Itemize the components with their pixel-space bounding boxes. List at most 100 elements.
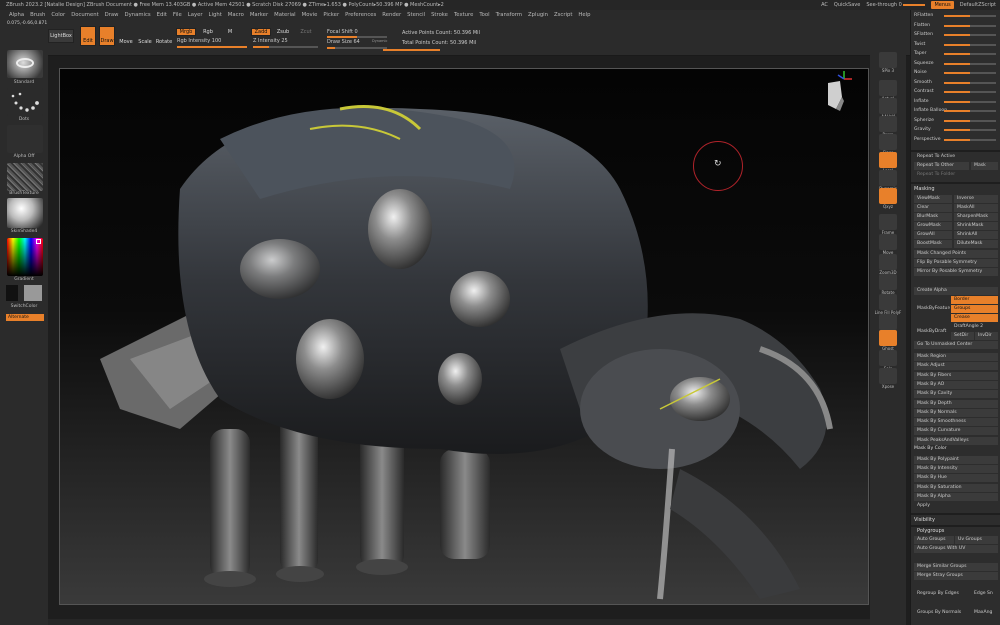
local-button[interactable]: [879, 152, 897, 168]
menu-transform[interactable]: Transform: [493, 10, 525, 20]
mask-by-depth-button[interactable]: Mask By Depth: [914, 399, 998, 408]
slider-track[interactable]: [944, 110, 996, 112]
mask-by-feature-button[interactable]: MaskByFeature: [914, 305, 950, 313]
dilutemask-button[interactable]: DiluteMask: [954, 240, 998, 248]
quicksave-button[interactable]: QuickSave: [834, 0, 860, 10]
xyz-button[interactable]: [879, 188, 897, 204]
deformation-sflatten-slider[interactable]: SFlatten: [914, 31, 998, 39]
slider-track[interactable]: [944, 91, 996, 93]
menu-dynamics[interactable]: Dynamics: [122, 10, 154, 20]
menu-help[interactable]: Help: [575, 10, 593, 20]
deformation-rflatten-slider[interactable]: RFlatten: [914, 12, 998, 20]
mask-by-alpha-button[interactable]: Mask By Alpha: [914, 492, 998, 501]
menu-macro[interactable]: Macro: [225, 10, 247, 20]
setdir-button[interactable]: SetDir: [951, 332, 974, 340]
spix-button[interactable]: [879, 52, 897, 68]
menu-render[interactable]: Render: [379, 10, 404, 20]
repeat-to-other-button[interactable]: Repeat To Other: [914, 162, 969, 170]
groups-by-normals-button[interactable]: Groups By Normals: [914, 609, 970, 617]
slider-track[interactable]: [944, 72, 996, 74]
seethrough-slider[interactable]: See-through 0: [866, 0, 926, 10]
move-button[interactable]: Move: [118, 26, 134, 46]
lightbox-button[interactable]: LightBox: [48, 29, 74, 43]
menu-movie[interactable]: Movie: [299, 10, 321, 20]
ghost-button[interactable]: [879, 330, 897, 346]
mask-by-intensity-button[interactable]: Mask By Intensity: [914, 465, 998, 474]
go-to-unmasked-center-button[interactable]: Go To Unmasked Center: [914, 341, 998, 349]
deformation-contrast-slider[interactable]: Contrast: [914, 88, 998, 96]
menu-draw[interactable]: Draw: [102, 10, 122, 20]
zcut-button[interactable]: Zcut: [297, 28, 315, 36]
menu-tool[interactable]: Tool: [476, 10, 492, 20]
stroke-thumbnail[interactable]: [7, 88, 43, 116]
repeat-mask-button[interactable]: Mask: [971, 162, 998, 170]
deformation-inflate-balloon-slider[interactable]: Inflate Balloon: [914, 107, 998, 115]
menu-picker[interactable]: Picker: [320, 10, 342, 20]
apply-button[interactable]: Apply: [914, 502, 998, 510]
mask-adjust-button[interactable]: Mask Adjust: [914, 362, 998, 371]
deformation-smooth-slider[interactable]: Smooth: [914, 79, 998, 87]
mask-peaksandvalleys-button[interactable]: Mask PeaksAndValleys: [914, 436, 998, 445]
repeat-to-active-button[interactable]: Repeat To Active: [914, 153, 998, 161]
menu-material[interactable]: Material: [271, 10, 299, 20]
menu-zplugin[interactable]: Zplugin: [525, 10, 551, 20]
groups-toggle[interactable]: Groups: [951, 305, 998, 313]
persp-button[interactable]: [879, 116, 897, 132]
slider-track[interactable]: [944, 129, 996, 131]
deformation-squeeze-slider[interactable]: Squeeze: [914, 60, 998, 68]
mask-region-button[interactable]: Mask Region: [914, 353, 998, 361]
menu-alpha[interactable]: Alpha: [6, 10, 27, 20]
solo-button[interactable]: [879, 350, 897, 366]
ac-label[interactable]: AC: [821, 0, 828, 10]
menu-file[interactable]: File: [170, 10, 185, 20]
mask-by-saturation-button[interactable]: Mask By Saturation: [914, 483, 998, 492]
switchcolor-button[interactable]: SwitchColor: [0, 304, 48, 309]
mrgb-button[interactable]: Mrgb: [176, 28, 196, 36]
merge-similar-groups-button[interactable]: Merge Similar Groups: [914, 563, 998, 571]
rgb-button[interactable]: Rgb: [199, 28, 217, 36]
menu-color[interactable]: Color: [48, 10, 68, 20]
repeat-to-folder-button[interactable]: Repeat To Folder: [914, 171, 998, 179]
growall-button[interactable]: GrowAll: [914, 231, 952, 239]
shrinkall-button[interactable]: ShrinkAll: [954, 231, 998, 239]
mask-by-fibers-button[interactable]: Mask By Fibers: [914, 371, 998, 380]
frame-button[interactable]: [879, 214, 897, 230]
rotate-button[interactable]: Rotate: [156, 26, 172, 46]
deformation-perspective-slider[interactable]: Perspective: [914, 136, 998, 144]
dynamic-toggle[interactable]: Dynamic: [372, 39, 387, 43]
border-toggle[interactable]: Border: [951, 296, 998, 304]
menu-marker[interactable]: Marker: [247, 10, 271, 20]
slider-track[interactable]: [944, 53, 996, 55]
auto-groups-button[interactable]: Auto Groups: [914, 536, 954, 544]
deformation-spherize-slider[interactable]: Spherize: [914, 117, 998, 125]
draw-size-slider[interactable]: [327, 47, 387, 49]
deformation-flatten-slider[interactable]: Flatten: [914, 22, 998, 30]
menu-edit[interactable]: Edit: [154, 10, 170, 20]
slider-track[interactable]: [944, 24, 996, 27]
boostmask-button[interactable]: BoostMask: [914, 240, 952, 248]
alternate-button[interactable]: Alternate: [6, 314, 44, 321]
zoom3d-button[interactable]: [879, 254, 897, 270]
menu-brush[interactable]: Brush: [27, 10, 48, 20]
invdir-button[interactable]: InvDir: [975, 332, 998, 340]
mask-changed-points-button[interactable]: Mask Changed Points: [914, 250, 998, 258]
transp-button[interactable]: [879, 314, 897, 330]
merge-stray-groups-button[interactable]: Merge Stray Groups: [914, 572, 998, 580]
slider-track[interactable]: [944, 62, 996, 65]
menu-layer[interactable]: Layer: [185, 10, 206, 20]
edge-sn-slider[interactable]: Edge Sn: [971, 590, 998, 598]
rotate-button[interactable]: [879, 274, 897, 290]
floor-button[interactable]: [879, 134, 897, 150]
deformation-inflate-slider[interactable]: Inflate: [914, 98, 998, 106]
create-alpha-button[interactable]: Create Alpha: [914, 287, 998, 295]
masking-header[interactable]: Masking: [914, 186, 935, 192]
xpose-button[interactable]: [879, 368, 897, 384]
mask-by-normals-button[interactable]: Mask By Normals: [914, 408, 998, 417]
crease-toggle[interactable]: Crease: [951, 314, 998, 322]
menus-button[interactable]: Menus: [931, 1, 954, 9]
clear-button[interactable]: Clear: [914, 204, 952, 212]
draft-angle-slider[interactable]: DraftAngle 2: [951, 323, 998, 331]
navigation-cube[interactable]: [822, 71, 852, 111]
rgb-intensity-slider[interactable]: [177, 46, 247, 48]
polygroups-header[interactable]: Polygroups: [917, 528, 944, 534]
